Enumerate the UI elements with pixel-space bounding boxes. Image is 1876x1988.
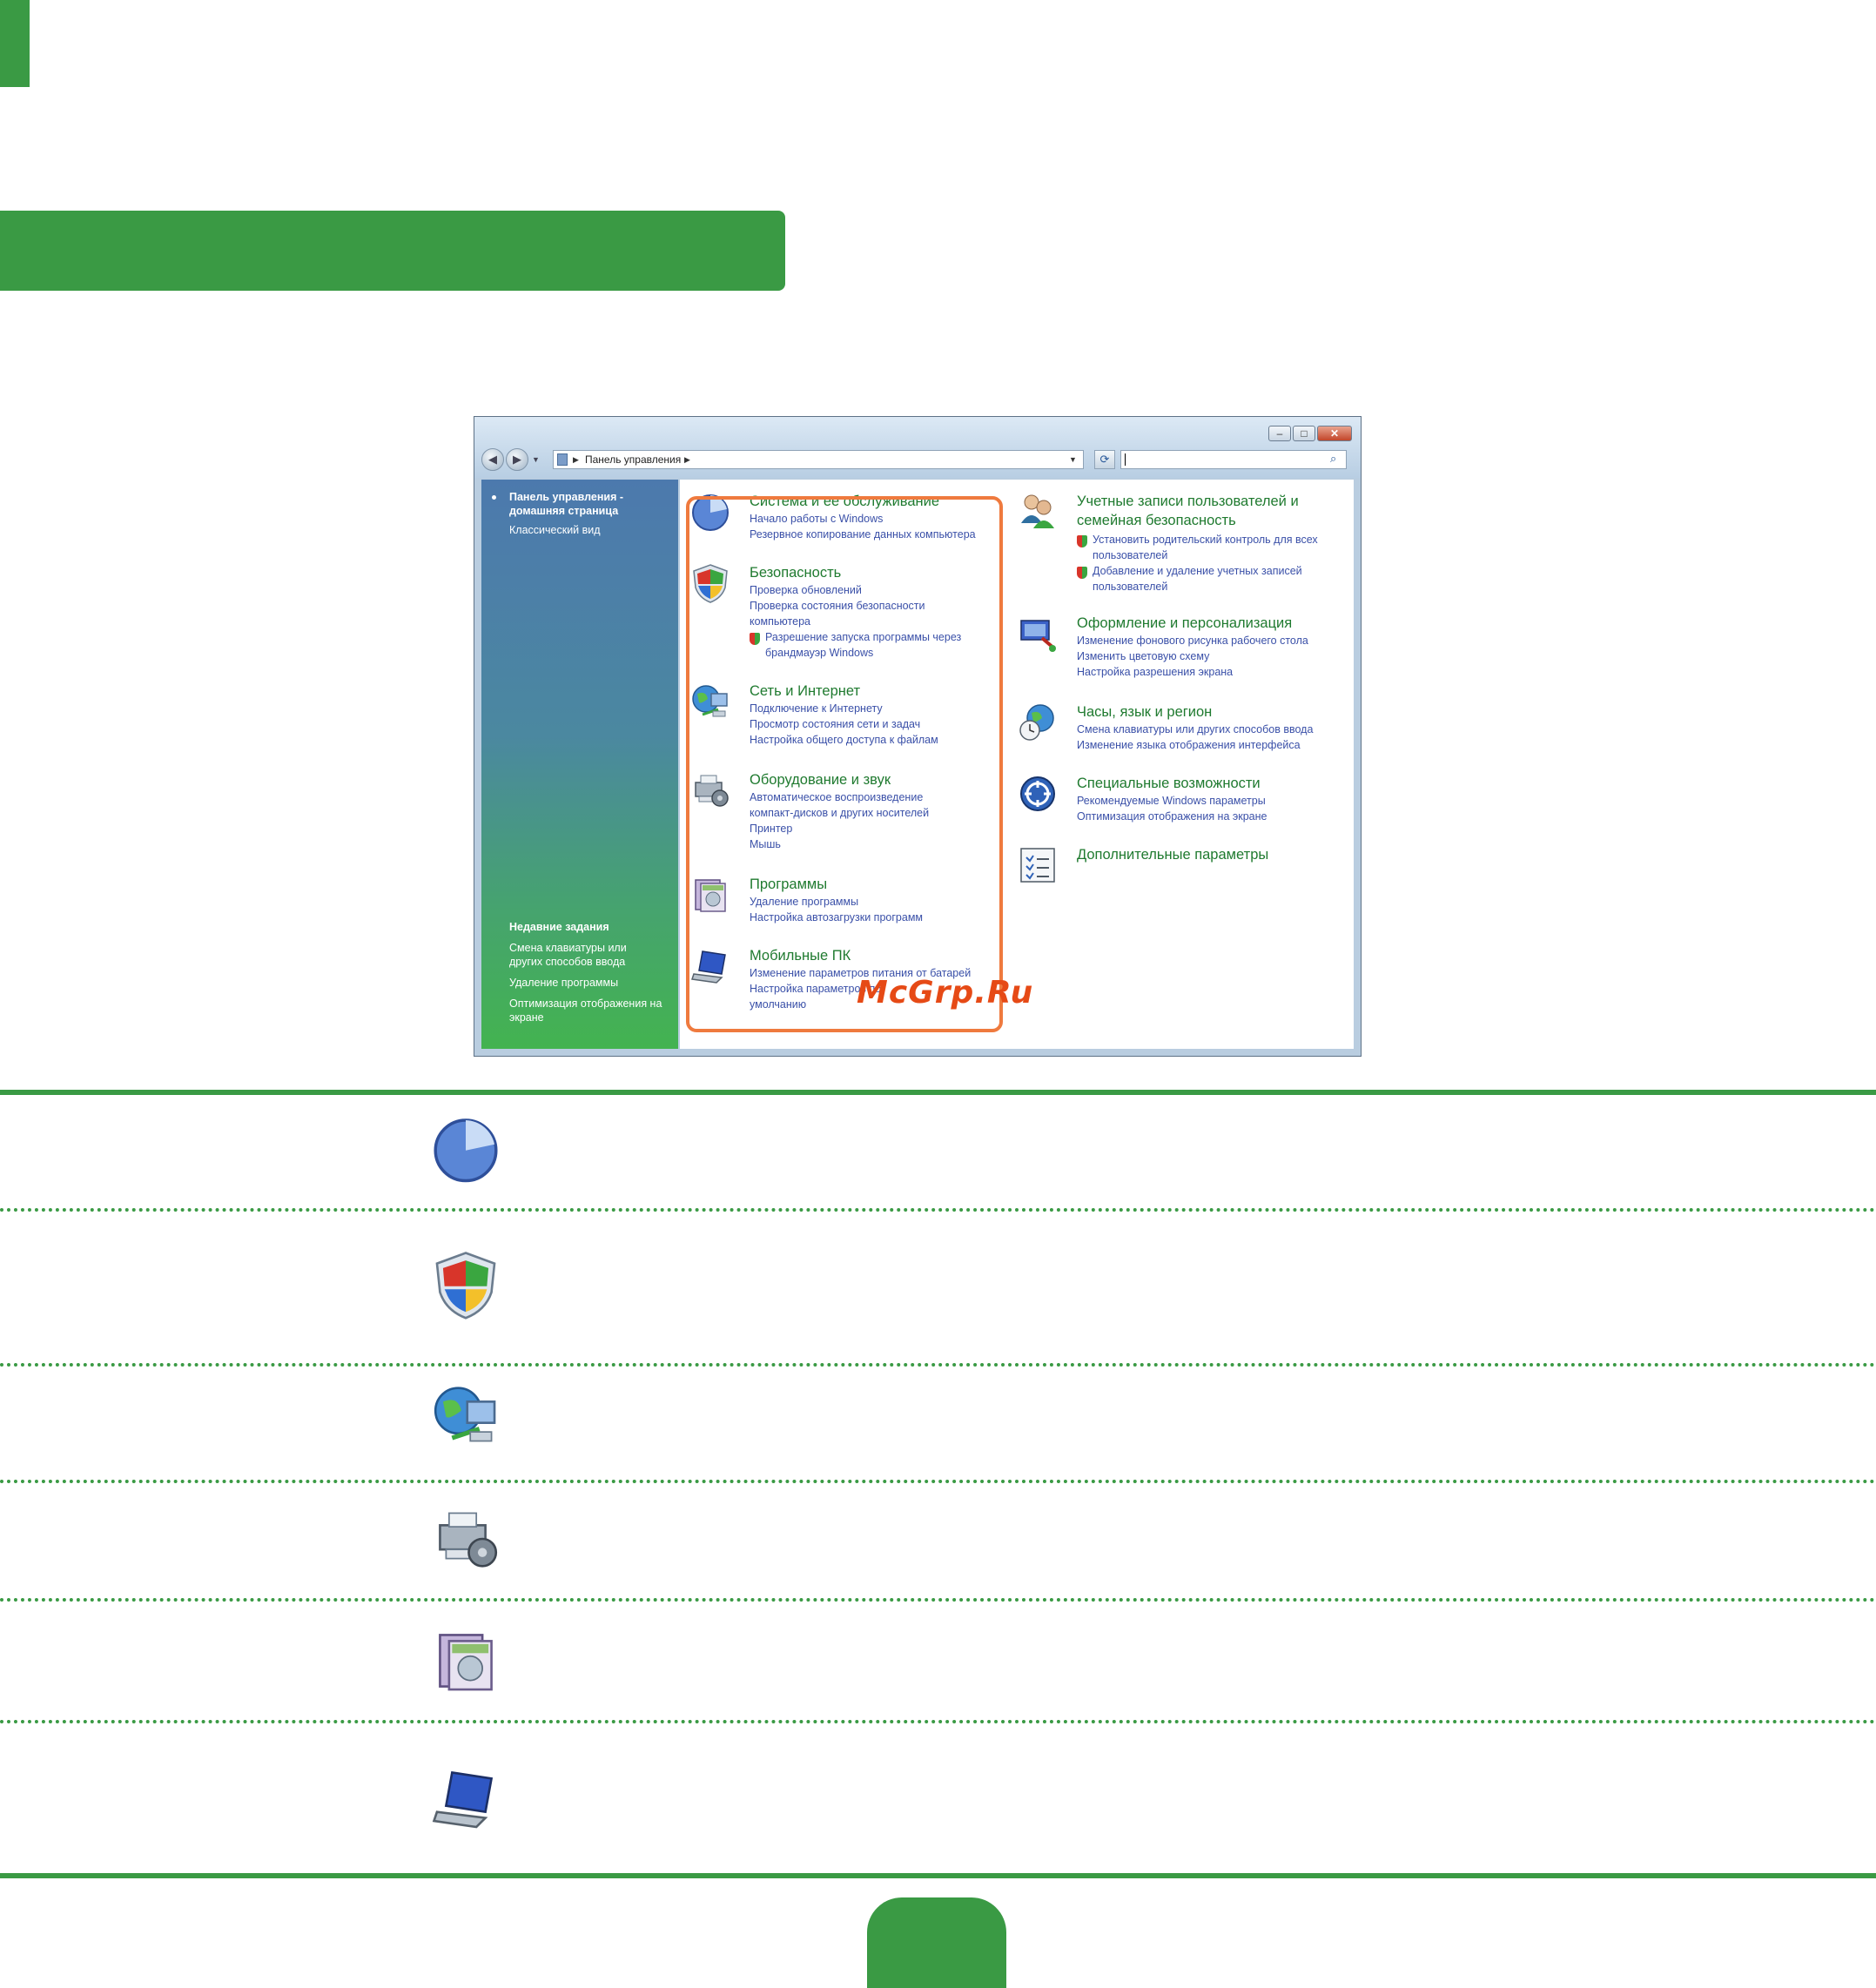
search-icon[interactable]: ⌕ (1330, 452, 1336, 466)
mobile-pc-icon (432, 1770, 494, 1829)
row-divider (0, 1363, 1876, 1367)
row-divider (0, 1480, 1876, 1483)
category-link[interactable]: Рекомендуемые Windows параметры (1077, 793, 1347, 809)
category-title[interactable]: Дополнительные параметры (1077, 845, 1347, 864)
category-link[interactable]: Добавление и удаление учетных записей по… (1093, 563, 1345, 594)
row-divider (0, 1720, 1876, 1723)
forward-button[interactable]: ▶ (506, 448, 528, 471)
recent-task-link[interactable]: Смена клавиатуры или других способов вво… (509, 941, 649, 969)
recent-task-link[interactable]: Оптимизация отображения на экране (509, 997, 666, 1024)
category-link[interactable]: Оптимизация отображения на экране (1077, 809, 1347, 824)
category-title[interactable]: Часы, язык и регион (1077, 702, 1347, 722)
watermark: McGrp.Ru (857, 975, 1034, 1011)
appearance-icon (1020, 620, 1056, 652)
control-panel-icon (557, 453, 568, 466)
category-title[interactable]: Оформление и персонализация (1077, 614, 1347, 633)
back-button[interactable]: ◀ (481, 448, 504, 471)
recent-pages-chevron-icon[interactable]: ▼ (532, 455, 540, 464)
sidebar-home-link[interactable]: Панель управления - домашняя страница (509, 490, 666, 518)
uac-shield-icon (1077, 567, 1087, 579)
breadcrumb-arrow-icon: ▶ (573, 455, 579, 464)
category-link[interactable]: Установить родительский контроль для все… (1093, 532, 1345, 563)
category-link[interactable]: Смена клавиатуры или других способов вво… (1077, 722, 1347, 737)
breadcrumb-control-panel[interactable]: Панель управления (585, 451, 681, 468)
table-bottom-rule (0, 1873, 1876, 1878)
category-link[interactable]: Изменение языка отображения интерфейса (1077, 737, 1347, 753)
user-accounts-icon (1021, 494, 1054, 528)
close-button[interactable]: ✕ (1317, 426, 1352, 441)
table-top-rule (0, 1090, 1876, 1095)
additional-options-icon (1020, 848, 1055, 883)
hardware-sound-icon (439, 1512, 498, 1568)
highlight-frame (686, 496, 1003, 1032)
window-chrome: – □ ✕ ◀ ▶ ▼ ▶ Панель управления ▶ ▼ ⟳ ⌕ (474, 417, 1361, 478)
network-internet-icon (434, 1387, 496, 1442)
security-shield-icon (435, 1252, 496, 1320)
bullet-icon (492, 495, 496, 500)
page-number-tab (867, 1897, 1006, 1988)
maximize-button[interactable]: □ (1293, 426, 1315, 441)
category-title[interactable]: Учетные записи пользователей и семейная … (1077, 492, 1347, 530)
category-title[interactable]: Специальные возможности (1077, 774, 1347, 793)
row-divider (0, 1598, 1876, 1602)
uac-shield-icon (1077, 535, 1087, 547)
row-divider (0, 1208, 1876, 1212)
system-maintenance-icon (434, 1118, 498, 1183)
category-link[interactable]: Изменить цветовую схему (1077, 648, 1347, 664)
recent-task-link[interactable]: Удаление программы (509, 976, 666, 990)
category-link[interactable]: Настройка разрешения экрана (1077, 664, 1347, 680)
refresh-icon[interactable]: ⟳ (1094, 450, 1115, 469)
programs-icon (439, 1634, 493, 1691)
search-input[interactable]: ⌕ (1120, 450, 1347, 469)
recent-tasks-title: Недавние задания (509, 921, 609, 933)
breadcrumb-arrow-icon[interactable]: ▶ (684, 451, 690, 468)
ease-of-access-icon (1020, 776, 1055, 811)
address-dropdown-icon[interactable]: ▼ (1069, 451, 1077, 468)
section-heading-bar (0, 211, 785, 291)
category-link[interactable]: Изменение фонового рисунка рабочего стол… (1077, 633, 1347, 648)
clock-language-region-icon (1019, 704, 1054, 741)
task-sidebar: Панель управления - домашняя страница Кл… (481, 480, 678, 1049)
address-bar[interactable]: ▶ Панель управления ▶ ▼ (553, 450, 1084, 469)
corner-accent-block (0, 0, 30, 87)
text-cursor (1125, 453, 1126, 466)
minimize-button[interactable]: – (1268, 426, 1291, 441)
sidebar-classic-view-link[interactable]: Классический вид (509, 523, 666, 537)
